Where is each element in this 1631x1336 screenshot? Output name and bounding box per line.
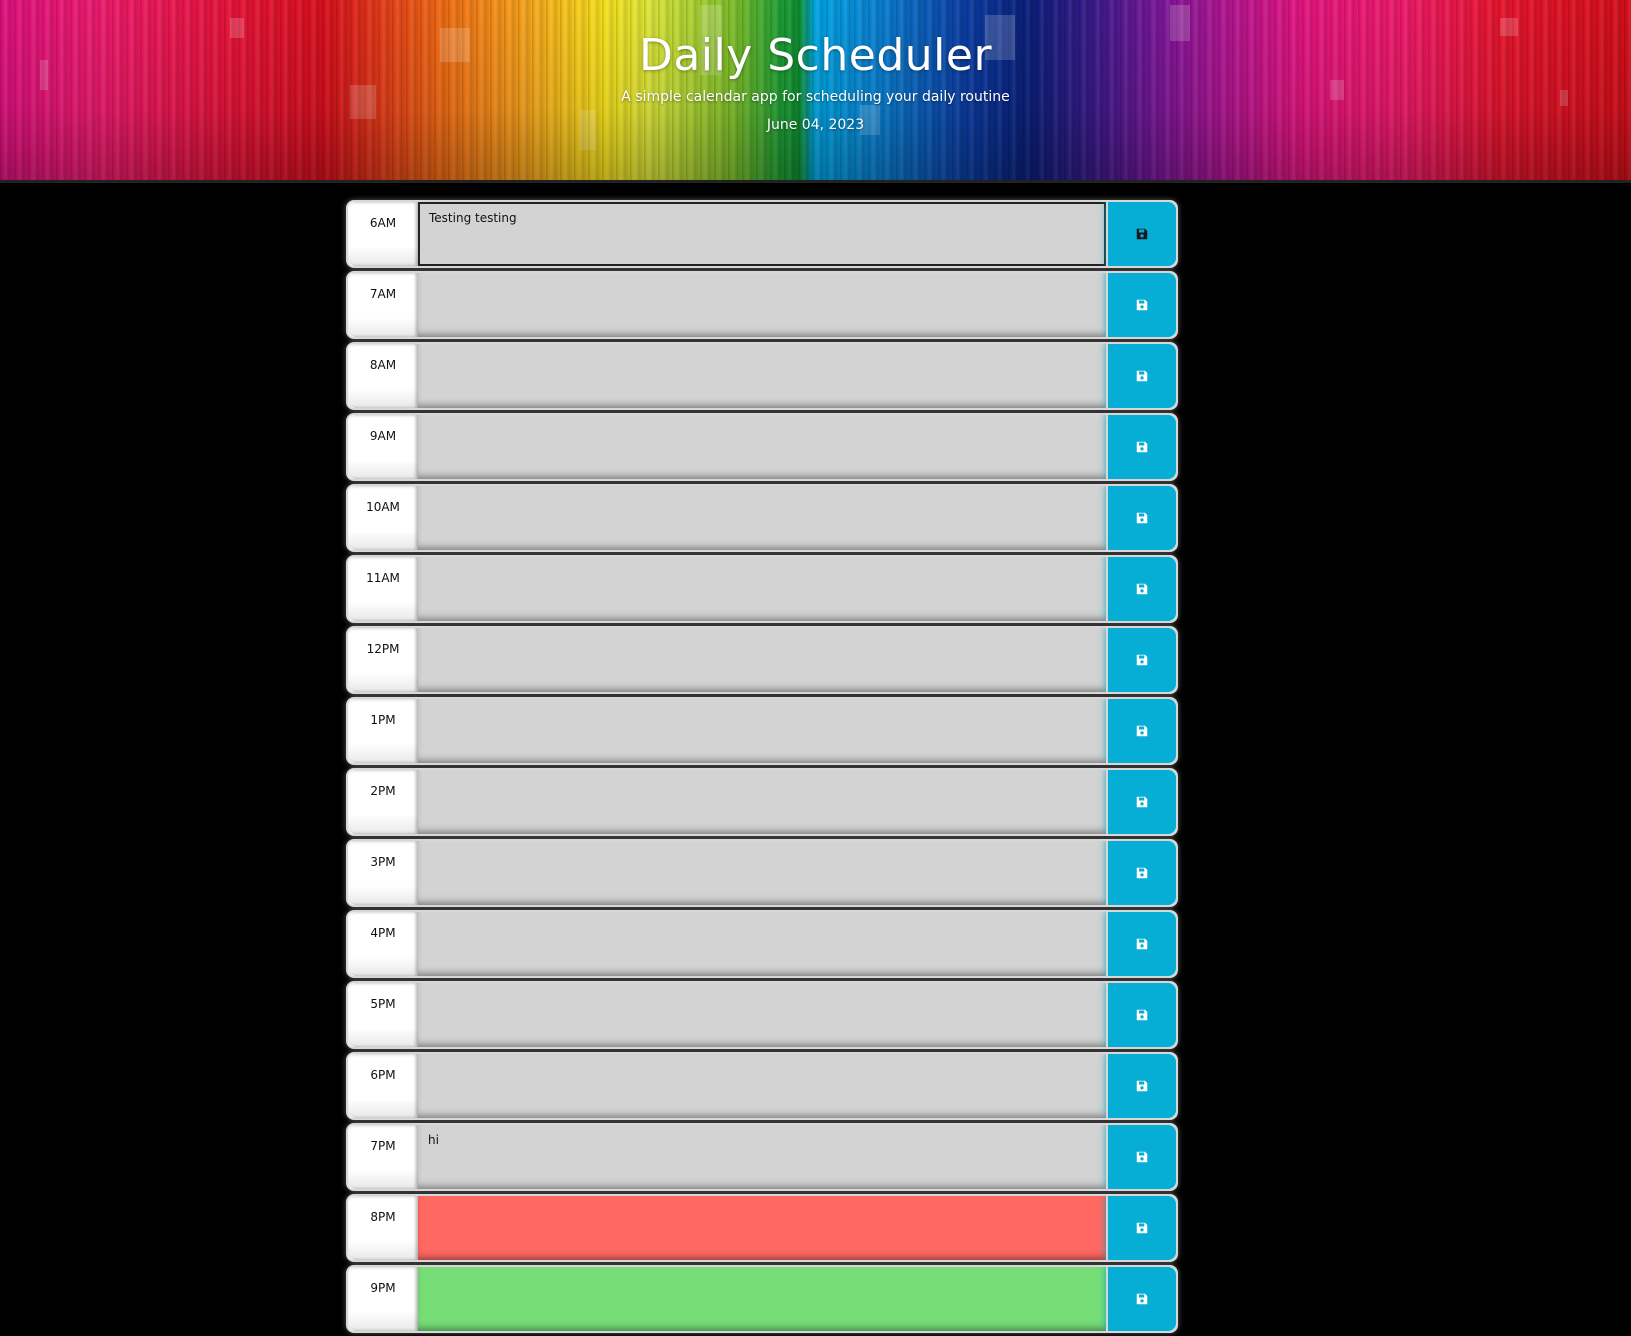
floppy-disk-icon bbox=[1136, 583, 1148, 595]
event-description-input[interactable]: Testing testing bbox=[418, 202, 1106, 266]
hour-label: 7AM bbox=[348, 273, 418, 337]
time-block-row: 12PM bbox=[346, 626, 1178, 694]
header-banner: Daily Scheduler A simple calendar app fo… bbox=[0, 0, 1631, 183]
hour-label: 9AM bbox=[348, 415, 418, 479]
time-block-row: 10AM bbox=[346, 484, 1178, 552]
save-button[interactable] bbox=[1106, 415, 1176, 479]
floppy-disk-icon bbox=[1136, 796, 1148, 808]
event-description-input[interactable] bbox=[418, 486, 1106, 550]
time-block-row: 11AM bbox=[346, 555, 1178, 623]
time-block-row: 7AM bbox=[346, 271, 1178, 339]
event-description-input[interactable] bbox=[418, 273, 1106, 337]
page-title: Daily Scheduler bbox=[638, 30, 993, 81]
event-description-input[interactable] bbox=[418, 699, 1106, 763]
hour-label: 6AM bbox=[348, 202, 418, 266]
floppy-disk-icon bbox=[1136, 441, 1148, 453]
time-block-row: 9AM bbox=[346, 413, 1178, 481]
floppy-disk-icon bbox=[1136, 1293, 1148, 1305]
page-subtitle: A simple calendar app for scheduling you… bbox=[621, 89, 1010, 105]
time-block-row: 8AM bbox=[346, 342, 1178, 410]
save-button[interactable] bbox=[1106, 628, 1176, 692]
hour-label: 12PM bbox=[348, 628, 418, 692]
save-button[interactable] bbox=[1106, 983, 1176, 1047]
event-description-input[interactable] bbox=[418, 983, 1106, 1047]
event-description-input[interactable] bbox=[418, 912, 1106, 976]
event-description-input[interactable] bbox=[418, 841, 1106, 905]
hour-label: 5PM bbox=[348, 983, 418, 1047]
save-button[interactable] bbox=[1106, 202, 1176, 266]
hour-label: 11AM bbox=[348, 557, 418, 621]
save-button[interactable] bbox=[1106, 344, 1176, 408]
time-block-row: 7PM hi bbox=[346, 1123, 1178, 1191]
hour-label: 9PM bbox=[348, 1267, 418, 1331]
floppy-disk-icon bbox=[1136, 370, 1148, 382]
hour-label: 6PM bbox=[348, 1054, 418, 1118]
floppy-disk-icon bbox=[1136, 654, 1148, 666]
floppy-disk-icon bbox=[1136, 299, 1148, 311]
save-button[interactable] bbox=[1106, 770, 1176, 834]
floppy-disk-icon bbox=[1136, 1222, 1148, 1234]
event-description-input[interactable] bbox=[418, 628, 1106, 692]
hour-label: 3PM bbox=[348, 841, 418, 905]
floppy-disk-icon bbox=[1136, 938, 1148, 950]
hour-label: 7PM bbox=[348, 1125, 418, 1189]
floppy-disk-icon bbox=[1136, 1151, 1148, 1163]
floppy-disk-icon bbox=[1136, 228, 1148, 240]
time-block-row: 2PM bbox=[346, 768, 1178, 836]
hour-label: 10AM bbox=[348, 486, 418, 550]
event-description-input[interactable] bbox=[418, 557, 1106, 621]
save-button[interactable] bbox=[1106, 486, 1176, 550]
hour-label: 8AM bbox=[348, 344, 418, 408]
save-button[interactable] bbox=[1106, 841, 1176, 905]
time-block-row: 3PM bbox=[346, 839, 1178, 907]
event-description-input[interactable] bbox=[418, 1054, 1106, 1118]
current-date: June 04, 2023 bbox=[766, 117, 865, 133]
save-button[interactable] bbox=[1106, 1125, 1176, 1189]
floppy-disk-icon bbox=[1136, 867, 1148, 879]
hour-label: 4PM bbox=[348, 912, 418, 976]
event-description-input[interactable] bbox=[418, 770, 1106, 834]
floppy-disk-icon bbox=[1136, 725, 1148, 737]
time-block-row: 8PM bbox=[346, 1194, 1178, 1262]
hour-label: 2PM bbox=[348, 770, 418, 834]
save-button[interactable] bbox=[1106, 1196, 1176, 1260]
time-block-row: 6AM Testing testing bbox=[346, 200, 1178, 268]
save-button[interactable] bbox=[1106, 699, 1176, 763]
save-button[interactable] bbox=[1106, 557, 1176, 621]
time-block-row: 1PM bbox=[346, 697, 1178, 765]
floppy-disk-icon bbox=[1136, 1009, 1148, 1021]
hour-label: 8PM bbox=[348, 1196, 418, 1260]
event-description-input[interactable] bbox=[418, 415, 1106, 479]
save-button[interactable] bbox=[1106, 273, 1176, 337]
hour-label: 1PM bbox=[348, 699, 418, 763]
schedule-container: 6AM Testing testing 7AM 8AM 9AM 10AM 11AM 12PM 1… bbox=[346, 200, 1178, 1336]
event-description-input[interactable] bbox=[418, 1267, 1106, 1331]
save-button[interactable] bbox=[1106, 1054, 1176, 1118]
time-block-row: 4PM bbox=[346, 910, 1178, 978]
save-button[interactable] bbox=[1106, 912, 1176, 976]
event-description-input[interactable] bbox=[418, 1196, 1106, 1260]
floppy-disk-icon bbox=[1136, 512, 1148, 524]
event-description-input[interactable]: hi bbox=[418, 1125, 1106, 1189]
event-description-input[interactable] bbox=[418, 344, 1106, 408]
floppy-disk-icon bbox=[1136, 1080, 1148, 1092]
time-block-row: 9PM bbox=[346, 1265, 1178, 1333]
save-button[interactable] bbox=[1106, 1267, 1176, 1331]
time-block-row: 5PM bbox=[346, 981, 1178, 1049]
time-block-row: 6PM bbox=[346, 1052, 1178, 1120]
